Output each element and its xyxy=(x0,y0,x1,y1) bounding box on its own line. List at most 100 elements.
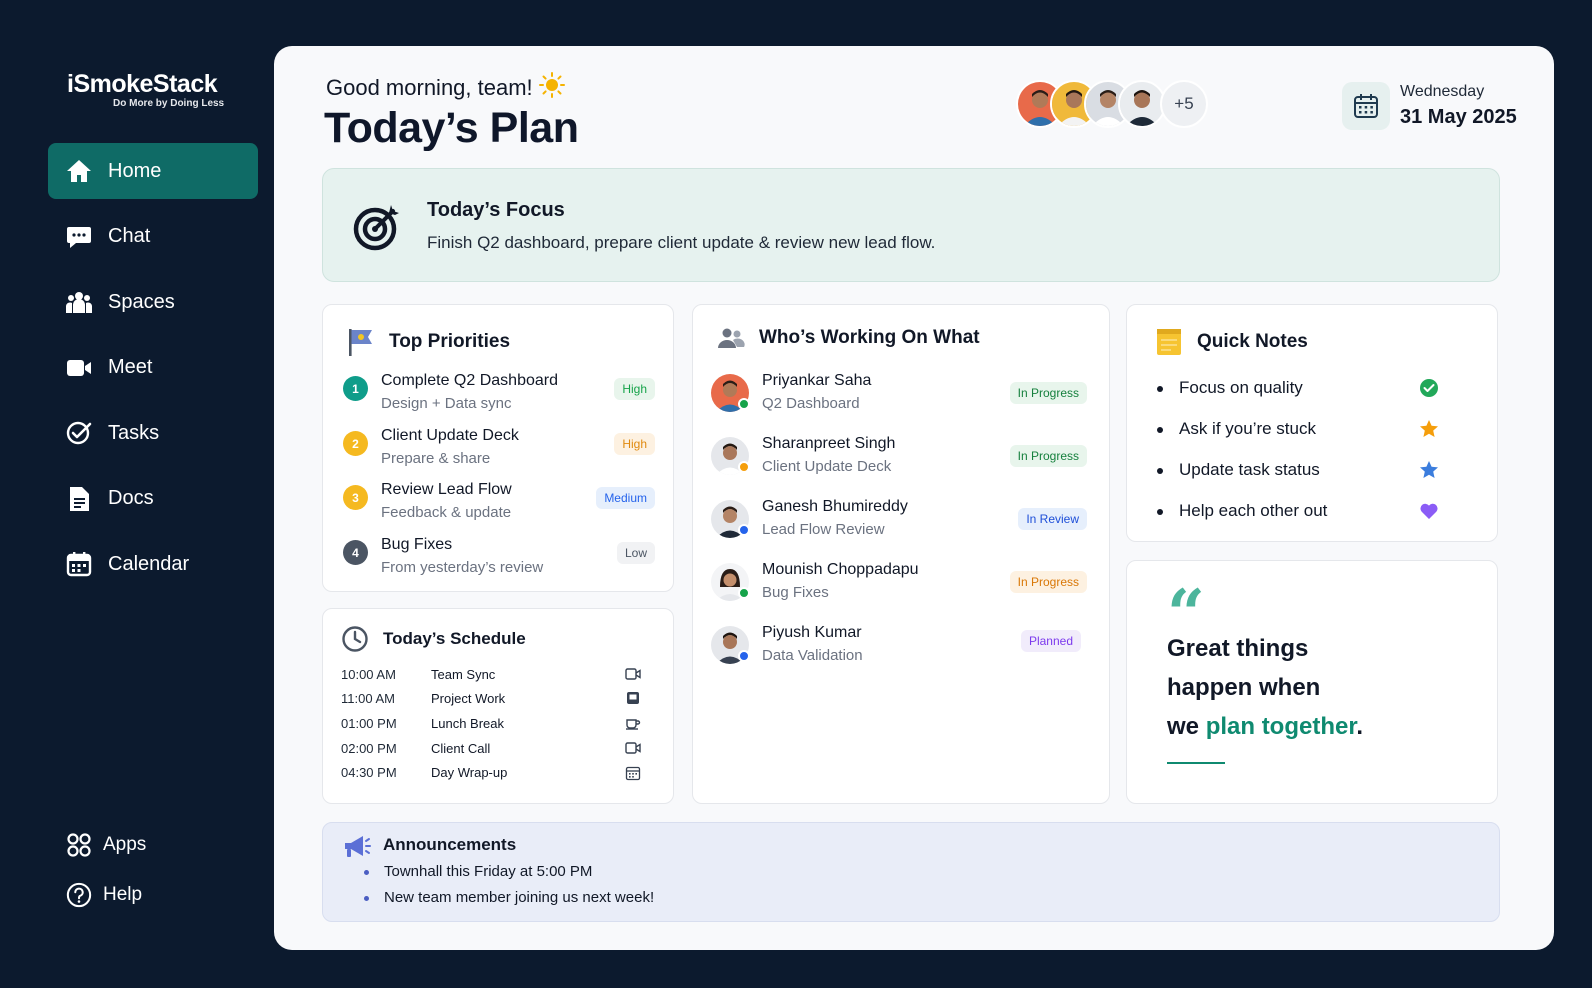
nav-label: Docs xyxy=(108,487,154,509)
brand-name: iSmokeStack xyxy=(67,70,218,98)
busy-status-dot xyxy=(738,524,750,536)
more-members-badge[interactable]: +5 xyxy=(1160,80,1208,128)
status-badge: In Review xyxy=(1018,508,1087,530)
member-name: Mounish Choppadapu xyxy=(762,561,919,578)
nav-item-chat[interactable]: Chat xyxy=(48,209,258,265)
team-avatars[interactable]: +5 xyxy=(1016,80,1208,128)
note-item[interactable]: Ask if you’re stuck xyxy=(1157,418,1457,442)
help-icon xyxy=(66,882,92,908)
priority-item[interactable]: 4 Bug Fixes From yesterday’s review Low xyxy=(341,536,655,584)
people-icon xyxy=(717,327,745,349)
nav-item-spaces[interactable]: Spaces xyxy=(48,274,258,330)
note-item[interactable]: Help each other out xyxy=(1157,500,1457,524)
priority-number: 3 xyxy=(343,485,368,510)
card-header: Quick Notes xyxy=(1155,327,1308,357)
greeting-text: Good morning, team! xyxy=(326,75,533,100)
member-task: Client Update Deck xyxy=(762,458,892,475)
todays-focus-card: Today’s Focus Finish Q2 dashboard, prepa… xyxy=(322,168,1500,282)
nav-item-apps[interactable]: Apps xyxy=(66,825,146,865)
member-name: Ganesh Bhumireddy xyxy=(762,498,908,515)
avatar[interactable] xyxy=(1118,80,1166,128)
nav-item-help[interactable]: Help xyxy=(66,875,146,915)
document-icon xyxy=(66,486,92,512)
team-member-row[interactable]: Sharanpreet Singh Client Update Deck In … xyxy=(711,435,1087,485)
schedule-row[interactable]: 01:00 PM Lunch Break xyxy=(341,716,641,736)
quote-text: Great things happen when we plan togethe… xyxy=(1167,629,1467,746)
card-title: Today’s Schedule xyxy=(383,629,526,648)
chat-icon xyxy=(66,224,92,250)
status-badge: In Progress xyxy=(1009,382,1087,404)
focus-text: Finish Q2 dashboard, prepare client upda… xyxy=(427,233,936,252)
nav-label: Home xyxy=(108,159,162,182)
priority-subtitle: Feedback & update xyxy=(381,504,512,521)
announcements-list: Townhall this Friday at 5:00 PM New team… xyxy=(363,863,654,915)
priority-title: Bug Fixes xyxy=(381,536,453,553)
nav-label: Help xyxy=(103,884,143,905)
video-icon xyxy=(625,667,641,684)
video-icon xyxy=(66,355,92,381)
quote-line: happen when xyxy=(1167,674,1321,701)
schedule-row[interactable]: 10:00 AM Team Sync xyxy=(341,667,641,687)
team-member-row[interactable]: Priyankar Saha Q2 Dashboard In Progress xyxy=(711,372,1087,422)
note-item[interactable]: Focus on quality xyxy=(1157,377,1457,401)
home-icon xyxy=(66,158,92,184)
team-member-row[interactable]: Ganesh Bhumireddy Lead Flow Review In Re… xyxy=(711,498,1087,548)
quote-line: Great things xyxy=(1167,635,1309,662)
away-status-dot xyxy=(738,461,750,473)
announcements-card: Announcements Townhall this Friday at 5:… xyxy=(322,822,1500,922)
star-icon xyxy=(1419,419,1439,444)
priority-subtitle: Design + Data sync xyxy=(381,395,512,412)
priority-badge: Medium xyxy=(596,487,655,509)
people-icon xyxy=(66,289,92,315)
announcement-item[interactable]: Townhall this Friday at 5:00 PM xyxy=(363,863,654,880)
nav-label: Meet xyxy=(108,356,153,378)
quick-notes-card: Quick Notes Focus on quality Ask if you’… xyxy=(1126,304,1498,542)
calendar-icon xyxy=(1342,82,1390,130)
quote-line-suffix: . xyxy=(1356,713,1364,740)
priority-number: 1 xyxy=(343,376,368,401)
priority-number: 4 xyxy=(343,540,368,565)
schedule-row[interactable]: 11:00 AM Project Work xyxy=(341,691,641,711)
brand-logo[interactable]: iSmokeStack Do More by Doing Less xyxy=(67,70,224,109)
coffee-icon xyxy=(625,716,641,733)
priority-item[interactable]: 3 Review Lead Flow Feedback & update Med… xyxy=(341,481,655,529)
priority-item[interactable]: 1 Complete Q2 Dashboard Design + Data sy… xyxy=(341,372,655,420)
member-task: Data Validation xyxy=(762,647,863,664)
schedule-row[interactable]: 02:00 PM Client Call xyxy=(341,741,641,761)
nav-item-tasks[interactable]: Tasks xyxy=(48,405,258,461)
main-panel: Good morning, team! Today’s Plan +5 Wedn… xyxy=(274,46,1554,950)
nav-item-docs[interactable]: Docs xyxy=(48,471,258,527)
announcement-item[interactable]: New team member joining us next week! xyxy=(363,889,654,906)
nav-item-home[interactable]: Home xyxy=(48,143,258,199)
priority-item[interactable]: 2 Client Update Deck Prepare & share Hig… xyxy=(341,427,655,475)
nav-label: Spaces xyxy=(108,290,175,313)
schedule-label: Lunch Break xyxy=(431,716,504,731)
date-value: 31 May 2025 xyxy=(1400,106,1517,128)
schedule-row[interactable]: 04:30 PM Day Wrap-up xyxy=(341,765,641,785)
priority-title: Review Lead Flow xyxy=(381,481,512,498)
schedule-time: 04:30 PM xyxy=(341,765,397,780)
note-item[interactable]: Update task status xyxy=(1157,459,1457,483)
priority-title: Complete Q2 Dashboard xyxy=(381,372,558,389)
priority-subtitle: From yesterday’s review xyxy=(381,559,544,576)
team-activity-card: Who’s Working On What Priyankar Saha Q2 … xyxy=(692,304,1110,804)
team-member-row[interactable]: Mounish Choppadapu Bug Fixes In Progress xyxy=(711,561,1087,611)
nav-item-meet[interactable]: Meet xyxy=(48,340,258,396)
quote-underline xyxy=(1167,762,1225,764)
schedule-label: Day Wrap-up xyxy=(431,765,508,780)
nav-label: Apps xyxy=(103,834,147,855)
sun-icon xyxy=(538,72,565,104)
bullet-icon xyxy=(1157,386,1163,392)
flag-icon xyxy=(347,327,375,357)
note-text: Update task status xyxy=(1179,460,1320,479)
team-member-row[interactable]: Piyush Kumar Data Validation Planned xyxy=(711,624,1087,674)
schedule-time: 01:00 PM xyxy=(341,716,397,731)
sidebar: iSmokeStack Do More by Doing Less Home C… xyxy=(0,0,275,988)
megaphone-icon xyxy=(341,833,371,866)
schedule-label: Project Work xyxy=(431,691,506,706)
nav-label: Tasks xyxy=(108,421,160,444)
bullet-icon xyxy=(1157,427,1163,433)
member-task: Bug Fixes xyxy=(762,584,829,601)
nav-item-calendar[interactable]: Calendar xyxy=(48,536,258,592)
note-text: Ask if you’re stuck xyxy=(1179,419,1316,438)
